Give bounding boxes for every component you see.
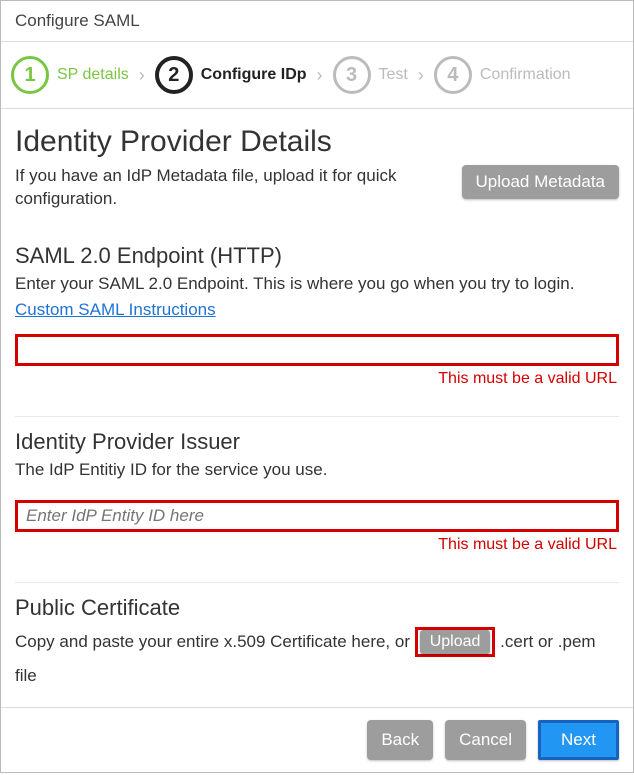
saml-endpoint-error: This must be a valid URL: [15, 370, 617, 388]
chevron-right-icon: ›: [315, 65, 325, 86]
cert-desc-prefix: Copy and paste your entire x.509 Certifi…: [15, 632, 415, 651]
public-certificate-block: Public Certificate Copy and paste your e…: [15, 595, 619, 693]
step-number: 1: [11, 56, 49, 94]
step-configure-idp[interactable]: 2 Configure IDp: [155, 56, 307, 94]
step-label: Confirmation: [480, 66, 571, 84]
divider: [15, 582, 619, 583]
idp-issuer-error: This must be a valid URL: [15, 536, 617, 554]
wizard-stepper: 1 SP details › 2 Configure IDp › 3 Test …: [1, 42, 633, 109]
public-certificate-description: Copy and paste your entire x.509 Certifi…: [15, 625, 619, 693]
metadata-description: If you have an IdP Metadata file, upload…: [15, 165, 444, 211]
dialog-footer: Back Cancel Next: [1, 707, 633, 772]
saml-endpoint-block: SAML 2.0 Endpoint (HTTP) Enter your SAML…: [15, 243, 619, 388]
idp-issuer-description: The IdP Entitiy ID for the service you u…: [15, 459, 619, 482]
next-button-highlight: Next: [538, 720, 619, 760]
page-title: Identity Provider Details: [15, 125, 619, 159]
step-sp-details[interactable]: 1 SP details: [11, 56, 129, 94]
divider: [15, 416, 619, 417]
public-certificate-heading: Public Certificate: [15, 595, 619, 621]
custom-saml-instructions-link[interactable]: Custom SAML Instructions: [15, 300, 216, 319]
step-label: Test: [379, 66, 408, 84]
step-number: 2: [155, 56, 193, 94]
chevron-right-icon: ›: [137, 65, 147, 86]
back-button[interactable]: Back: [367, 720, 433, 760]
idp-issuer-block: Identity Provider Issuer The IdP Entitiy…: [15, 429, 619, 554]
upload-certificate-wrapper: Upload: [415, 627, 496, 657]
idp-issuer-input[interactable]: [15, 500, 619, 532]
step-label: Configure IDp: [201, 66, 307, 84]
saml-endpoint-heading: SAML 2.0 Endpoint (HTTP): [15, 243, 619, 269]
configure-saml-dialog: Configure SAML 1 SP details › 2 Configur…: [0, 0, 634, 773]
step-label: SP details: [57, 66, 129, 84]
dialog-title: Configure SAML: [1, 1, 633, 42]
dialog-body: Identity Provider Details If you have an…: [1, 109, 633, 693]
saml-endpoint-description: Enter your SAML 2.0 Endpoint. This is wh…: [15, 273, 619, 296]
chevron-right-icon: ›: [416, 65, 426, 86]
step-confirmation[interactable]: 4 Confirmation: [434, 56, 571, 94]
step-test[interactable]: 3 Test: [333, 56, 408, 94]
step-number: 3: [333, 56, 371, 94]
idp-issuer-heading: Identity Provider Issuer: [15, 429, 619, 455]
step-number: 4: [434, 56, 472, 94]
upload-metadata-button[interactable]: Upload Metadata: [462, 165, 619, 199]
saml-endpoint-input[interactable]: [15, 334, 619, 366]
next-button[interactable]: Next: [541, 723, 616, 757]
upload-certificate-button[interactable]: Upload: [420, 630, 491, 654]
cancel-button[interactable]: Cancel: [445, 720, 526, 760]
